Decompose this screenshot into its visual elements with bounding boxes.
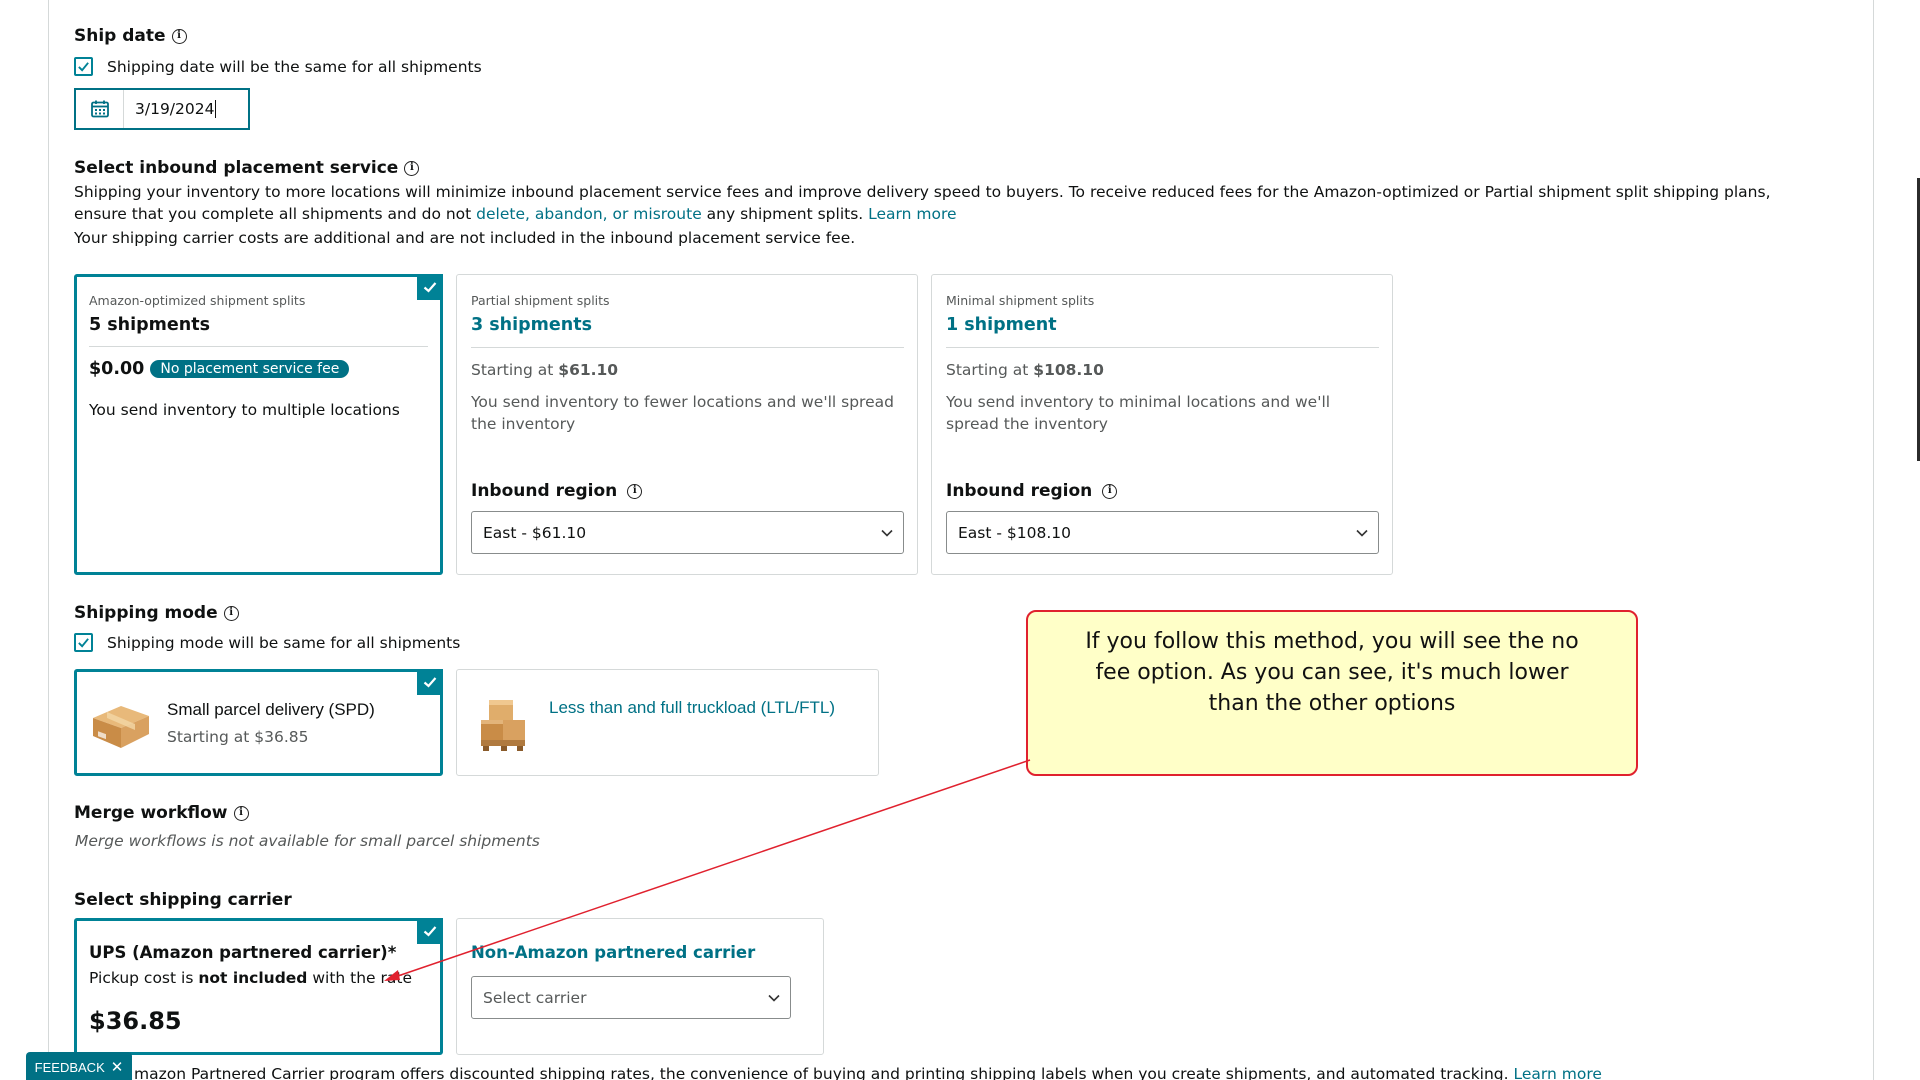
- close-icon[interactable]: ✕: [111, 1058, 124, 1076]
- shipping-carrier-title: Select shipping carrier: [74, 890, 292, 910]
- feedback-button[interactable]: FEEDBACK ✕: [26, 1052, 132, 1080]
- placement-option-partial[interactable]: Partial shipment splits 3 shipments Star…: [456, 274, 918, 575]
- option-price: $0.00: [89, 359, 145, 379]
- placement-title: Select inbound placement service: [74, 158, 399, 178]
- option-shipments: 1 shipment: [946, 315, 1057, 335]
- placement-option-amazon-optimized[interactable]: Amazon-optimized shipment splits 5 shipm…: [74, 274, 443, 575]
- spd-name: Small parcel delivery (SPD): [167, 700, 375, 719]
- carrier-program-footer: mazon Partnered Carrier program offers d…: [134, 1063, 1602, 1080]
- calendar-icon[interactable]: [76, 90, 124, 128]
- option-description: You send inventory to minimal locations …: [946, 393, 1331, 433]
- ship-date-value: 3/19/2024: [135, 99, 215, 118]
- checkbox-checked-icon[interactable]: [74, 633, 93, 652]
- inbound-region-heading: Inbound region i: [946, 481, 1118, 501]
- info-icon[interactable]: i: [627, 483, 643, 499]
- option-label: Minimal shipment splits: [946, 293, 1095, 308]
- same-date-label: Shipping date will be the same for all s…: [107, 57, 482, 76]
- option-description: You send inventory to fewer locations an…: [471, 393, 894, 433]
- starting-price: Starting at $108.10: [946, 361, 1104, 379]
- inbound-region-select[interactable]: East - $108.10: [946, 511, 1379, 554]
- ship-date-heading: Ship date i: [74, 26, 187, 46]
- non-amazon-name: Non-Amazon partnered carrier: [471, 943, 756, 962]
- ups-pickup-note: Pickup cost is not included with the rat…: [89, 969, 413, 987]
- ltl-ftl-name: Less than and full truckload (LTL/FTL): [549, 698, 835, 717]
- parcel-box-icon: [93, 706, 149, 748]
- select-carrier-dropdown[interactable]: Select carrier: [471, 976, 791, 1019]
- ups-price: $36.85: [89, 1007, 182, 1035]
- callout-text: If you follow this method, you will see …: [1085, 629, 1579, 716]
- chevron-down-icon: [1356, 529, 1368, 537]
- shipping-mode-ltl-ftl[interactable]: Less than and full truckload (LTL/FTL): [456, 669, 879, 776]
- option-label: Partial shipment splits: [471, 293, 610, 308]
- merge-workflow-heading: Merge workflow i: [74, 803, 249, 823]
- price-row: $0.00 No placement service fee: [89, 359, 350, 379]
- merge-workflow-note: Merge workflows is not available for sma…: [75, 832, 540, 850]
- starting-price: Starting at $61.10: [471, 361, 619, 379]
- shipping-mode-heading: Shipping mode i: [74, 603, 239, 623]
- carrier-learn-more-link[interactable]: Learn more: [1514, 1065, 1602, 1080]
- checkbox-checked-icon[interactable]: [74, 57, 93, 76]
- feedback-label: FEEDBACK: [34, 1059, 105, 1075]
- chevron-down-icon: [768, 994, 780, 1002]
- placement-option-minimal[interactable]: Minimal shipment splits 1 shipment Start…: [931, 274, 1393, 575]
- option-shipments: 3 shipments: [471, 315, 593, 335]
- selected-check-icon: [417, 274, 443, 300]
- placement-learn-more-link[interactable]: Learn more: [868, 205, 956, 223]
- info-icon[interactable]: i: [233, 805, 249, 821]
- placement-heading: Select inbound placement service i: [74, 158, 420, 178]
- shipping-mode-title: Shipping mode: [74, 603, 218, 623]
- ship-date-title: Ship date: [74, 26, 166, 46]
- carrier-cost-note: Your shipping carrier costs are addition…: [74, 229, 856, 247]
- annotation-callout: If you follow this method, you will see …: [1026, 610, 1638, 776]
- info-icon[interactable]: i: [404, 160, 420, 176]
- shipping-carrier-heading: Select shipping carrier: [74, 890, 292, 910]
- selected-check-icon: [417, 918, 443, 944]
- ups-name: UPS (Amazon partnered carrier)*: [89, 943, 397, 962]
- selected-check-icon: [417, 669, 443, 695]
- no-fee-badge: No placement service fee: [150, 360, 350, 378]
- delete-abandon-misroute-link[interactable]: delete, abandon, or misroute: [476, 205, 702, 223]
- inbound-region-heading: Inbound region i: [471, 481, 643, 501]
- info-icon[interactable]: i: [171, 28, 187, 44]
- info-icon[interactable]: i: [223, 605, 239, 621]
- option-label: Amazon-optimized shipment splits: [89, 293, 306, 308]
- option-shipments: 5 shipments: [89, 315, 211, 335]
- pallet-boxes-icon: [481, 700, 525, 751]
- inbound-region-select[interactable]: East - $61.10: [471, 511, 904, 554]
- spd-starting-price: Starting at $36.85: [167, 728, 309, 746]
- shipping-mode-spd[interactable]: Small parcel delivery (SPD) Starting at …: [74, 669, 443, 776]
- carrier-option-ups[interactable]: UPS (Amazon partnered carrier)* Pickup c…: [74, 918, 443, 1055]
- same-mode-checkbox-row[interactable]: Shipping mode will be same for all shipm…: [74, 633, 460, 652]
- chevron-down-icon: [881, 529, 893, 537]
- placement-description: Shipping your inventory to more location…: [74, 183, 1771, 223]
- ship-date-input[interactable]: 3/19/2024: [74, 88, 250, 130]
- carrier-option-non-amazon[interactable]: Non-Amazon partnered carrier Select carr…: [456, 918, 824, 1055]
- option-description: You send inventory to multiple locations: [89, 401, 400, 419]
- info-icon[interactable]: i: [1102, 483, 1118, 499]
- same-mode-label: Shipping mode will be same for all shipm…: [107, 633, 461, 652]
- same-date-checkbox-row[interactable]: Shipping date will be the same for all s…: [74, 57, 482, 76]
- merge-workflow-title: Merge workflow: [74, 803, 228, 823]
